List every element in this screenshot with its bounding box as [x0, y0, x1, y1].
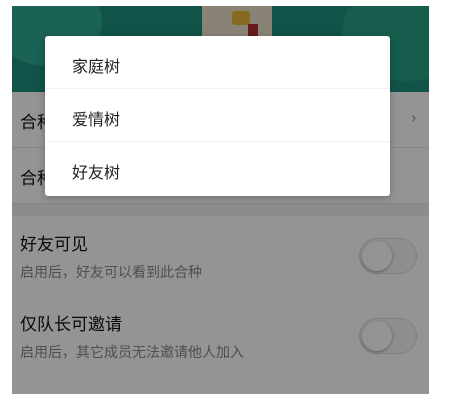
menu-item-label: 好友树	[72, 163, 121, 182]
menu-item-love-tree[interactable]: 爱情树	[45, 89, 390, 142]
screen: 合种名称 › 合种类型 好友可见 启用后，好友可以看到此合种 仅队长可邀请 启用…	[12, 6, 429, 394]
menu-item-family-tree[interactable]: 家庭树	[45, 36, 390, 89]
menu-item-label: 家庭树	[72, 57, 121, 76]
tree-type-menu: 家庭树 爱情树 好友树	[45, 36, 390, 196]
menu-item-friend-tree[interactable]: 好友树	[45, 142, 390, 195]
menu-item-label: 爱情树	[72, 110, 121, 129]
